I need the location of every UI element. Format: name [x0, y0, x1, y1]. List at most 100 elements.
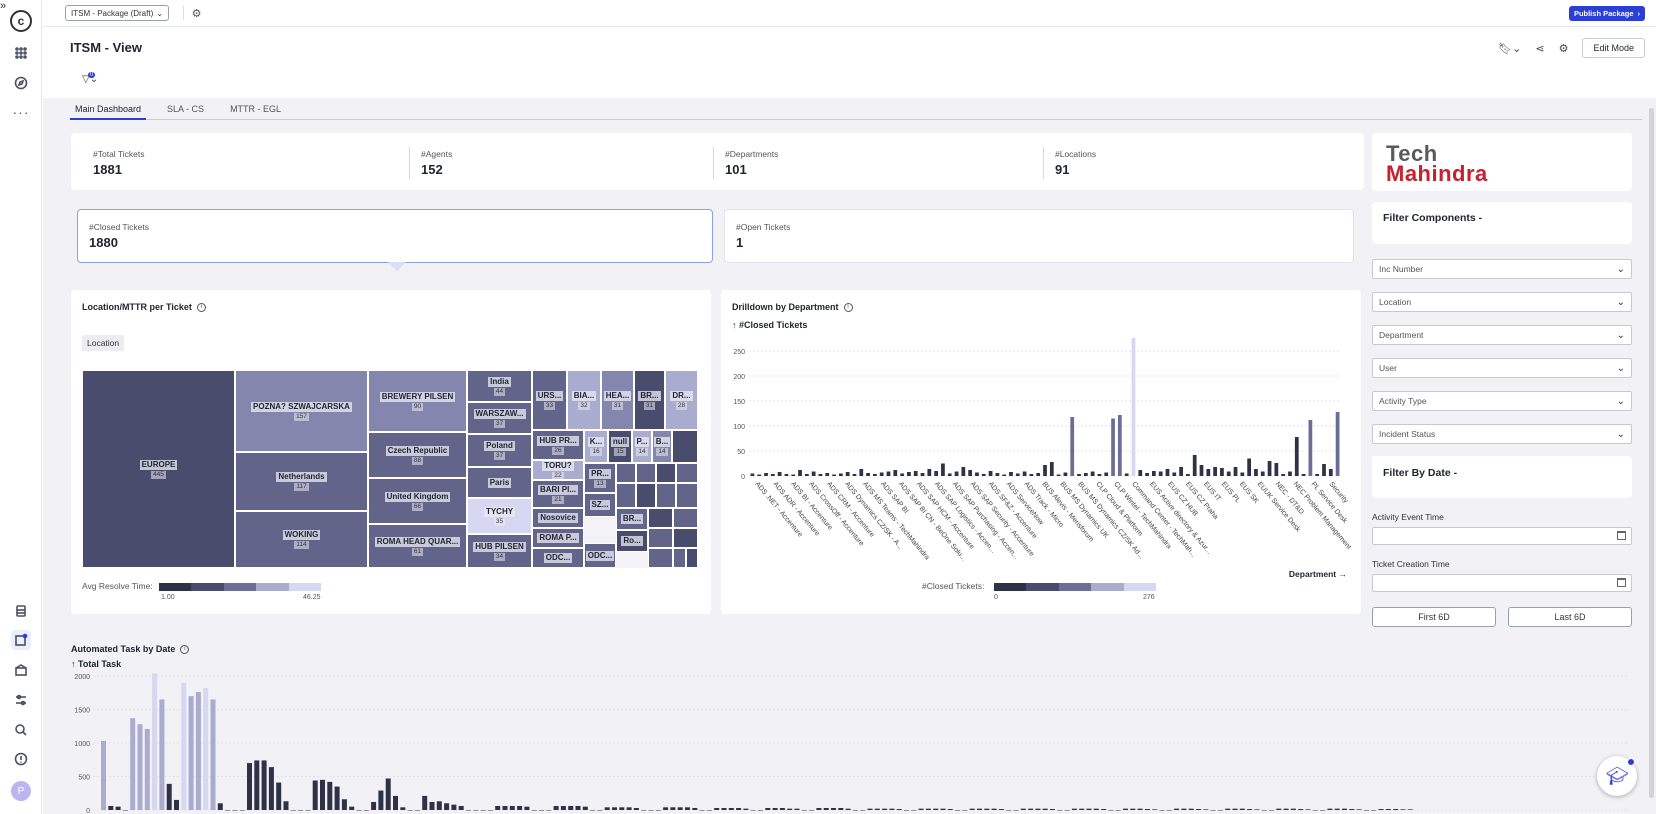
- settings-icon[interactable]: ⚙: [183, 6, 203, 20]
- package-select[interactable]: ITSM - Package (Draft) ⌄: [65, 5, 169, 21]
- department-bar[interactable]: [1165, 469, 1170, 476]
- treemap-cell[interactable]: BREWERY PILSEN 90: [368, 370, 467, 432]
- treemap-cell[interactable]: DR... 28: [665, 370, 698, 430]
- treemap-cell[interactable]: [656, 463, 676, 483]
- task-bar[interactable]: [604, 807, 610, 810]
- kpi-total-tickets[interactable]: #Total Tickets 1881: [93, 149, 145, 177]
- task-bar[interactable]: [655, 810, 661, 811]
- task-bar[interactable]: [334, 786, 340, 810]
- task-bar[interactable]: [137, 724, 143, 810]
- department-bar[interactable]: [832, 474, 836, 477]
- task-bar[interactable]: [852, 810, 858, 811]
- treemap-cell[interactable]: Paris: [467, 467, 532, 498]
- treemap-cell[interactable]: HUB PILSEN 34: [467, 534, 532, 568]
- department-bar[interactable]: [1029, 474, 1034, 476]
- department-bar[interactable]: [1063, 472, 1068, 477]
- task-bar[interactable]: [904, 810, 909, 811]
- department-bar[interactable]: [988, 471, 993, 476]
- user-avatar[interactable]: P: [11, 781, 31, 801]
- department-bar[interactable]: [852, 474, 857, 476]
- department-bar[interactable]: [1281, 474, 1286, 476]
- tab-mttr-egl[interactable]: MTTR - EGL: [225, 101, 286, 120]
- task-bar[interactable]: [166, 783, 172, 810]
- task-bar[interactable]: [794, 808, 800, 810]
- task-bar[interactable]: [407, 810, 413, 811]
- department-bar[interactable]: [866, 473, 870, 476]
- open-tickets-card[interactable]: #Open Tickets 1: [724, 209, 1354, 263]
- treemap-cell[interactable]: K... 16: [584, 430, 608, 463]
- treemap-cell[interactable]: [656, 483, 676, 508]
- task-bar[interactable]: [933, 808, 939, 810]
- info-icon[interactable]: i: [196, 302, 206, 312]
- apps-grid-icon[interactable]: [11, 43, 31, 63]
- treemap-cell[interactable]: [636, 463, 656, 483]
- department-bar[interactable]: [1172, 472, 1177, 477]
- task-bar[interactable]: [1400, 809, 1406, 810]
- task-bar[interactable]: [896, 808, 902, 810]
- department-bar[interactable]: [886, 471, 891, 477]
- task-bar[interactable]: [371, 801, 377, 810]
- department-bar[interactable]: [954, 471, 959, 477]
- task-bar[interactable]: [677, 807, 683, 810]
- department-bar[interactable]: [1056, 474, 1061, 477]
- task-bar[interactable]: [831, 807, 836, 810]
- department-bar[interactable]: [811, 471, 816, 477]
- department-bar[interactable]: [804, 474, 809, 476]
- task-bar[interactable]: [144, 728, 150, 810]
- task-bar[interactable]: [1064, 810, 1070, 811]
- department-bar[interactable]: [1070, 417, 1075, 476]
- treemap-cell[interactable]: URS... 33: [532, 370, 567, 430]
- treemap-cell[interactable]: ODC...: [584, 543, 616, 568]
- tab-sla-cs[interactable]: SLA - CS: [162, 101, 209, 120]
- department-bar[interactable]: [1015, 473, 1020, 477]
- department-bar[interactable]: [893, 470, 898, 476]
- treemap-cell[interactable]: PR... 13: [584, 463, 616, 493]
- task-bar[interactable]: [341, 799, 347, 810]
- task-bar[interactable]: [101, 740, 106, 810]
- task-bar[interactable]: [962, 810, 968, 811]
- last-6d-button[interactable]: Last 6D: [1508, 607, 1632, 627]
- task-bar[interactable]: [1217, 810, 1223, 811]
- task-bar[interactable]: [1166, 810, 1172, 811]
- task-bar[interactable]: [393, 795, 398, 810]
- department-bar[interactable]: [900, 473, 904, 477]
- department-bar[interactable]: [1288, 471, 1292, 477]
- treemap-cell[interactable]: Netherlands 117: [235, 452, 368, 511]
- collapse-rail-icon[interactable]: »: [0, 0, 6, 12]
- department-bar[interactable]: [1328, 469, 1333, 476]
- task-bar[interactable]: [1057, 810, 1063, 811]
- location-chip[interactable]: Location: [82, 335, 125, 351]
- treemap-cell[interactable]: [636, 483, 656, 508]
- inc-number-dropdown[interactable]: Inc Number ⌄: [1372, 259, 1632, 279]
- view-settings-icon[interactable]: ⚙: [1559, 42, 1569, 55]
- task-bar[interactable]: [1013, 810, 1019, 811]
- task-bar[interactable]: [1342, 808, 1347, 810]
- ticket-creation-time-input[interactable]: [1372, 574, 1632, 592]
- task-bar[interactable]: [998, 808, 1004, 810]
- tab-main-dashboard[interactable]: Main Dashboard: [70, 101, 147, 120]
- department-bar[interactable]: [1254, 469, 1258, 476]
- department-bar[interactable]: [1179, 467, 1183, 476]
- task-bar[interactable]: [1232, 808, 1238, 810]
- treemap-cell[interactable]: P... 14: [632, 430, 652, 463]
- task-bar[interactable]: [195, 692, 201, 810]
- department-axis-link[interactable]: Department →: [1289, 569, 1347, 579]
- department-bar[interactable]: [1002, 474, 1007, 477]
- task-bar[interactable]: [1276, 808, 1282, 810]
- task-bar[interactable]: [276, 782, 282, 810]
- department-bar[interactable]: [1322, 464, 1326, 476]
- task-bar[interactable]: [1028, 808, 1034, 810]
- department-bar[interactable]: [1267, 461, 1272, 476]
- treemap-cell[interactable]: HEA... 31: [601, 370, 634, 430]
- department-bar[interactable]: [995, 473, 1000, 476]
- task-bar[interactable]: [1312, 810, 1318, 811]
- task-bar[interactable]: [1079, 808, 1085, 810]
- task-bar[interactable]: [765, 807, 771, 810]
- task-bar[interactable]: [1086, 808, 1092, 810]
- treemap-cell[interactable]: TYCHY 35: [467, 498, 532, 534]
- department-bar[interactable]: [1220, 468, 1224, 476]
- task-bar[interactable]: [874, 808, 880, 810]
- department-bar[interactable]: [941, 463, 945, 477]
- edit-mode-button[interactable]: Edit Mode: [1582, 38, 1645, 58]
- task-bar[interactable]: [685, 807, 690, 810]
